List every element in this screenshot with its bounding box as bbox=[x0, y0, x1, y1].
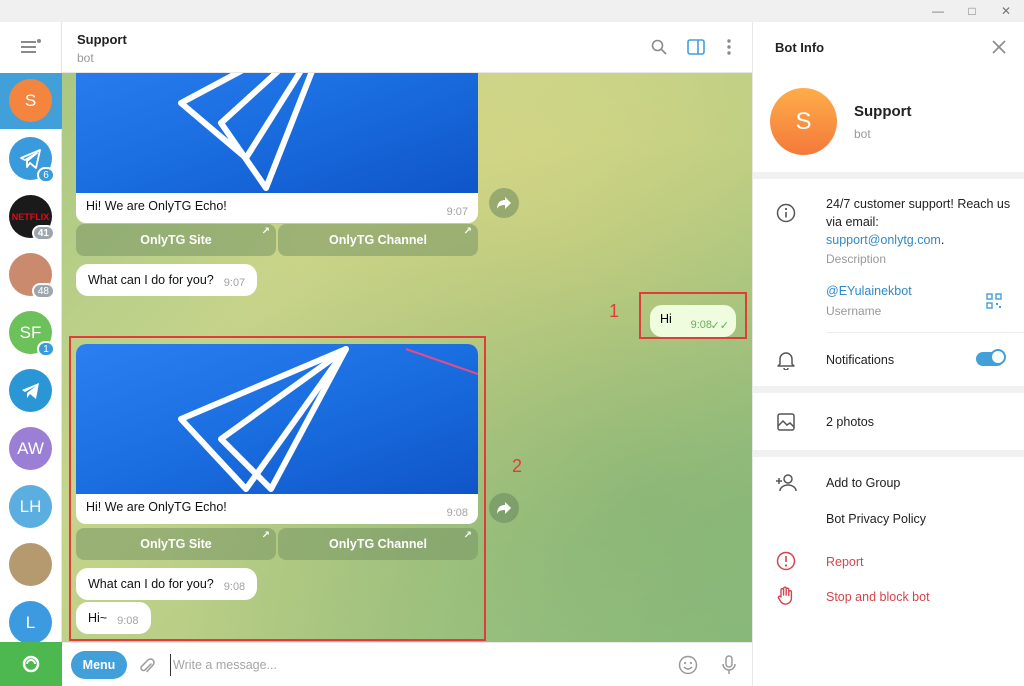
report-button[interactable]: Report bbox=[826, 555, 864, 569]
chat-header: Support bot bbox=[62, 22, 752, 73]
bot-info-panel: Bot Info S Support bot 24/7 customer sup… bbox=[752, 22, 1024, 686]
chat-avatar-cat[interactable] bbox=[9, 543, 52, 586]
button-label: OnlyTG Site bbox=[140, 233, 212, 247]
chat-avatar-l[interactable]: L bbox=[9, 601, 52, 644]
bot-subtitle: bot bbox=[854, 127, 871, 141]
onlytg-channel-button[interactable]: OnlyTG Channel ↗ bbox=[278, 224, 478, 256]
inline-keyboard: OnlyTG Site ↗ OnlyTG Channel ↗ bbox=[76, 224, 478, 256]
avatar-label: L bbox=[25, 612, 36, 632]
bot-menu-button[interactable]: Menu bbox=[71, 651, 127, 679]
bot-description: 24/7 customer support! Reach us via emai… bbox=[826, 195, 1011, 249]
unread-badge: 1 bbox=[37, 341, 55, 357]
avatar-label: AW bbox=[17, 438, 44, 458]
bot-privacy-policy-button[interactable]: Bot Privacy Policy bbox=[826, 512, 926, 526]
bot-name: Support bbox=[854, 103, 912, 120]
external-link-icon: ↗ bbox=[261, 226, 270, 237]
message-image bbox=[76, 73, 478, 193]
avatar-label: NETFLIX bbox=[11, 211, 50, 222]
chat-avatar-support[interactable]: S bbox=[9, 79, 52, 122]
chat-avatar-lh[interactable]: LH bbox=[9, 485, 52, 528]
microphone-icon[interactable] bbox=[718, 654, 740, 676]
chat-messages-area[interactable]: Hi! We are OnlyTG Echo! 9:07 OnlyTG Site ↗… bbox=[62, 73, 752, 642]
unread-badge: 41 bbox=[31, 225, 55, 241]
chat-avatar-person[interactable]: 48 bbox=[9, 253, 55, 299]
annotation-label-2: 2 bbox=[512, 456, 523, 476]
chat-avatar-telegram[interactable]: 6 bbox=[9, 137, 55, 183]
divider bbox=[753, 172, 1024, 179]
description-label: Description bbox=[826, 252, 887, 266]
avatar-label: S bbox=[24, 90, 37, 110]
chat-avatar-telegram-channel[interactable] bbox=[9, 369, 52, 412]
stop-hand-icon bbox=[775, 585, 797, 607]
window-title-bar: — □ ✕ bbox=[0, 0, 1024, 22]
annotation-box-1 bbox=[639, 292, 747, 339]
report-icon bbox=[775, 550, 797, 572]
panel-title: Bot Info bbox=[775, 40, 825, 55]
emoji-icon[interactable] bbox=[677, 654, 699, 676]
unread-badge: 6 bbox=[37, 167, 55, 183]
telegram-plane-icon bbox=[19, 148, 41, 169]
description-text: 24/7 customer support! Reach us via emai… bbox=[826, 197, 1011, 229]
close-icon[interactable] bbox=[988, 36, 1010, 58]
bot-message-bubble: What can I do for you? 9:07 bbox=[76, 264, 258, 296]
bot-message-card: Hi! We are OnlyTG Echo! 9:07 bbox=[76, 73, 478, 223]
chat-title[interactable]: Support bbox=[77, 32, 127, 47]
chat-avatar-netflix[interactable]: NETFLIX 41 bbox=[9, 195, 55, 241]
notifications-toggle[interactable] bbox=[976, 349, 1006, 366]
annotation-box-2 bbox=[69, 336, 486, 641]
avatar-label: LH bbox=[19, 496, 42, 516]
photos-icon bbox=[775, 411, 797, 433]
divider bbox=[753, 450, 1024, 457]
bot-avatar[interactable]: S bbox=[770, 88, 837, 155]
stop-and-block-button[interactable]: Stop and block bot bbox=[826, 590, 930, 604]
divider bbox=[753, 386, 1024, 393]
bot-username[interactable]: @EYulainekbot bbox=[826, 284, 912, 298]
chat-list-sidebar: S 6 NETFLIX 41 48 SF 1 AW LH L bbox=[0, 22, 62, 686]
support-email-link[interactable]: support@onlytg.com bbox=[826, 233, 941, 247]
menu-icon[interactable] bbox=[0, 22, 62, 72]
forward-icon bbox=[497, 197, 511, 209]
qr-code-icon[interactable] bbox=[983, 290, 1005, 312]
add-user-icon bbox=[775, 472, 797, 494]
chat-subtitle: bot bbox=[77, 51, 94, 65]
info-icon bbox=[775, 202, 797, 224]
external-link-icon: ↗ bbox=[463, 226, 472, 237]
divider bbox=[826, 332, 1024, 333]
more-options-icon[interactable] bbox=[718, 36, 740, 58]
compose-bar: Menu bbox=[62, 642, 752, 686]
status-icon[interactable] bbox=[0, 642, 62, 686]
username-label: Username bbox=[826, 304, 882, 318]
message-text: What can I do for you? bbox=[88, 273, 214, 287]
add-to-group-button[interactable]: Add to Group bbox=[826, 476, 900, 490]
photos-link[interactable]: 2 photos bbox=[826, 415, 874, 429]
notifications-label: Notifications bbox=[826, 353, 895, 367]
forward-button[interactable] bbox=[489, 493, 519, 523]
description-suffix: . bbox=[940, 233, 945, 247]
search-icon[interactable] bbox=[648, 36, 670, 58]
message-time: 9:07 bbox=[223, 277, 246, 289]
message-time: 9:07 bbox=[446, 206, 468, 218]
telegram-logo-icon bbox=[21, 382, 39, 399]
button-label: OnlyTG Channel bbox=[329, 233, 427, 247]
message-input[interactable] bbox=[170, 654, 650, 676]
sidebar-toggle-icon[interactable] bbox=[685, 36, 707, 58]
forward-button[interactable] bbox=[489, 188, 519, 218]
onlytg-site-button[interactable]: OnlyTG Site ↗ bbox=[76, 224, 276, 256]
close-window-icon[interactable]: ✕ bbox=[992, 0, 1020, 22]
attach-icon[interactable] bbox=[136, 655, 158, 677]
annotation-label-1: 1 bbox=[609, 301, 620, 321]
forward-icon bbox=[497, 502, 511, 514]
chat-avatar-sf[interactable]: SF 1 bbox=[9, 311, 55, 357]
maximize-icon[interactable]: □ bbox=[958, 0, 986, 22]
message-text: Hi! We are OnlyTG Echo! bbox=[86, 199, 227, 213]
avatar-label: SF bbox=[19, 322, 42, 342]
unread-badge: 48 bbox=[31, 283, 55, 299]
bell-icon bbox=[775, 349, 797, 371]
minimize-icon[interactable]: — bbox=[924, 0, 952, 22]
chat-avatar-aw[interactable]: AW bbox=[9, 427, 52, 470]
